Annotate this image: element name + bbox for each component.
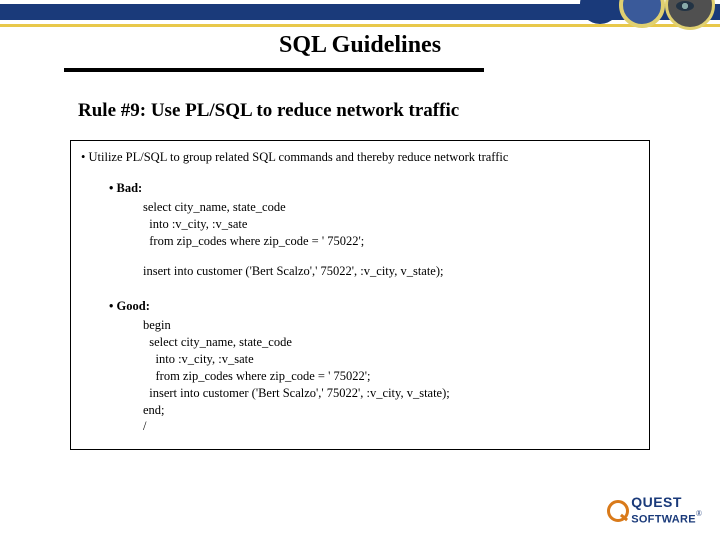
circle-icon [619,0,665,28]
bad-code-block-2: insert into customer ('Bert Scalzo',' 75… [143,263,639,280]
good-label: Good: [109,298,639,315]
logo-top-text: QUEST [631,494,682,510]
content-box: Utilize PL/SQL to group related SQL comm… [70,140,650,450]
registered-icon: ® [696,509,702,518]
rule-heading: Rule #9: Use PL/SQL to reduce network tr… [78,100,459,122]
header-band [0,0,720,28]
bad-label: Bad: [109,180,639,197]
quest-q-icon [607,500,629,522]
good-code-block: begin select city_name, state_code into … [143,317,639,435]
quest-logo-text: QUEST SOFTWARE® [631,496,702,526]
circle-icon [580,0,620,24]
circle-icon [665,0,715,30]
bad-code-block-1: select city_name, state_code into :v_cit… [143,199,639,250]
eye-icon [676,1,694,11]
quest-logo: QUEST SOFTWARE® [607,496,702,526]
slide-title: SQL Guidelines [0,32,720,59]
lead-bullet: Utilize PL/SQL to group related SQL comm… [81,149,639,166]
logo-bottom-text: SOFTWARE [631,514,696,526]
title-underline [64,68,484,72]
